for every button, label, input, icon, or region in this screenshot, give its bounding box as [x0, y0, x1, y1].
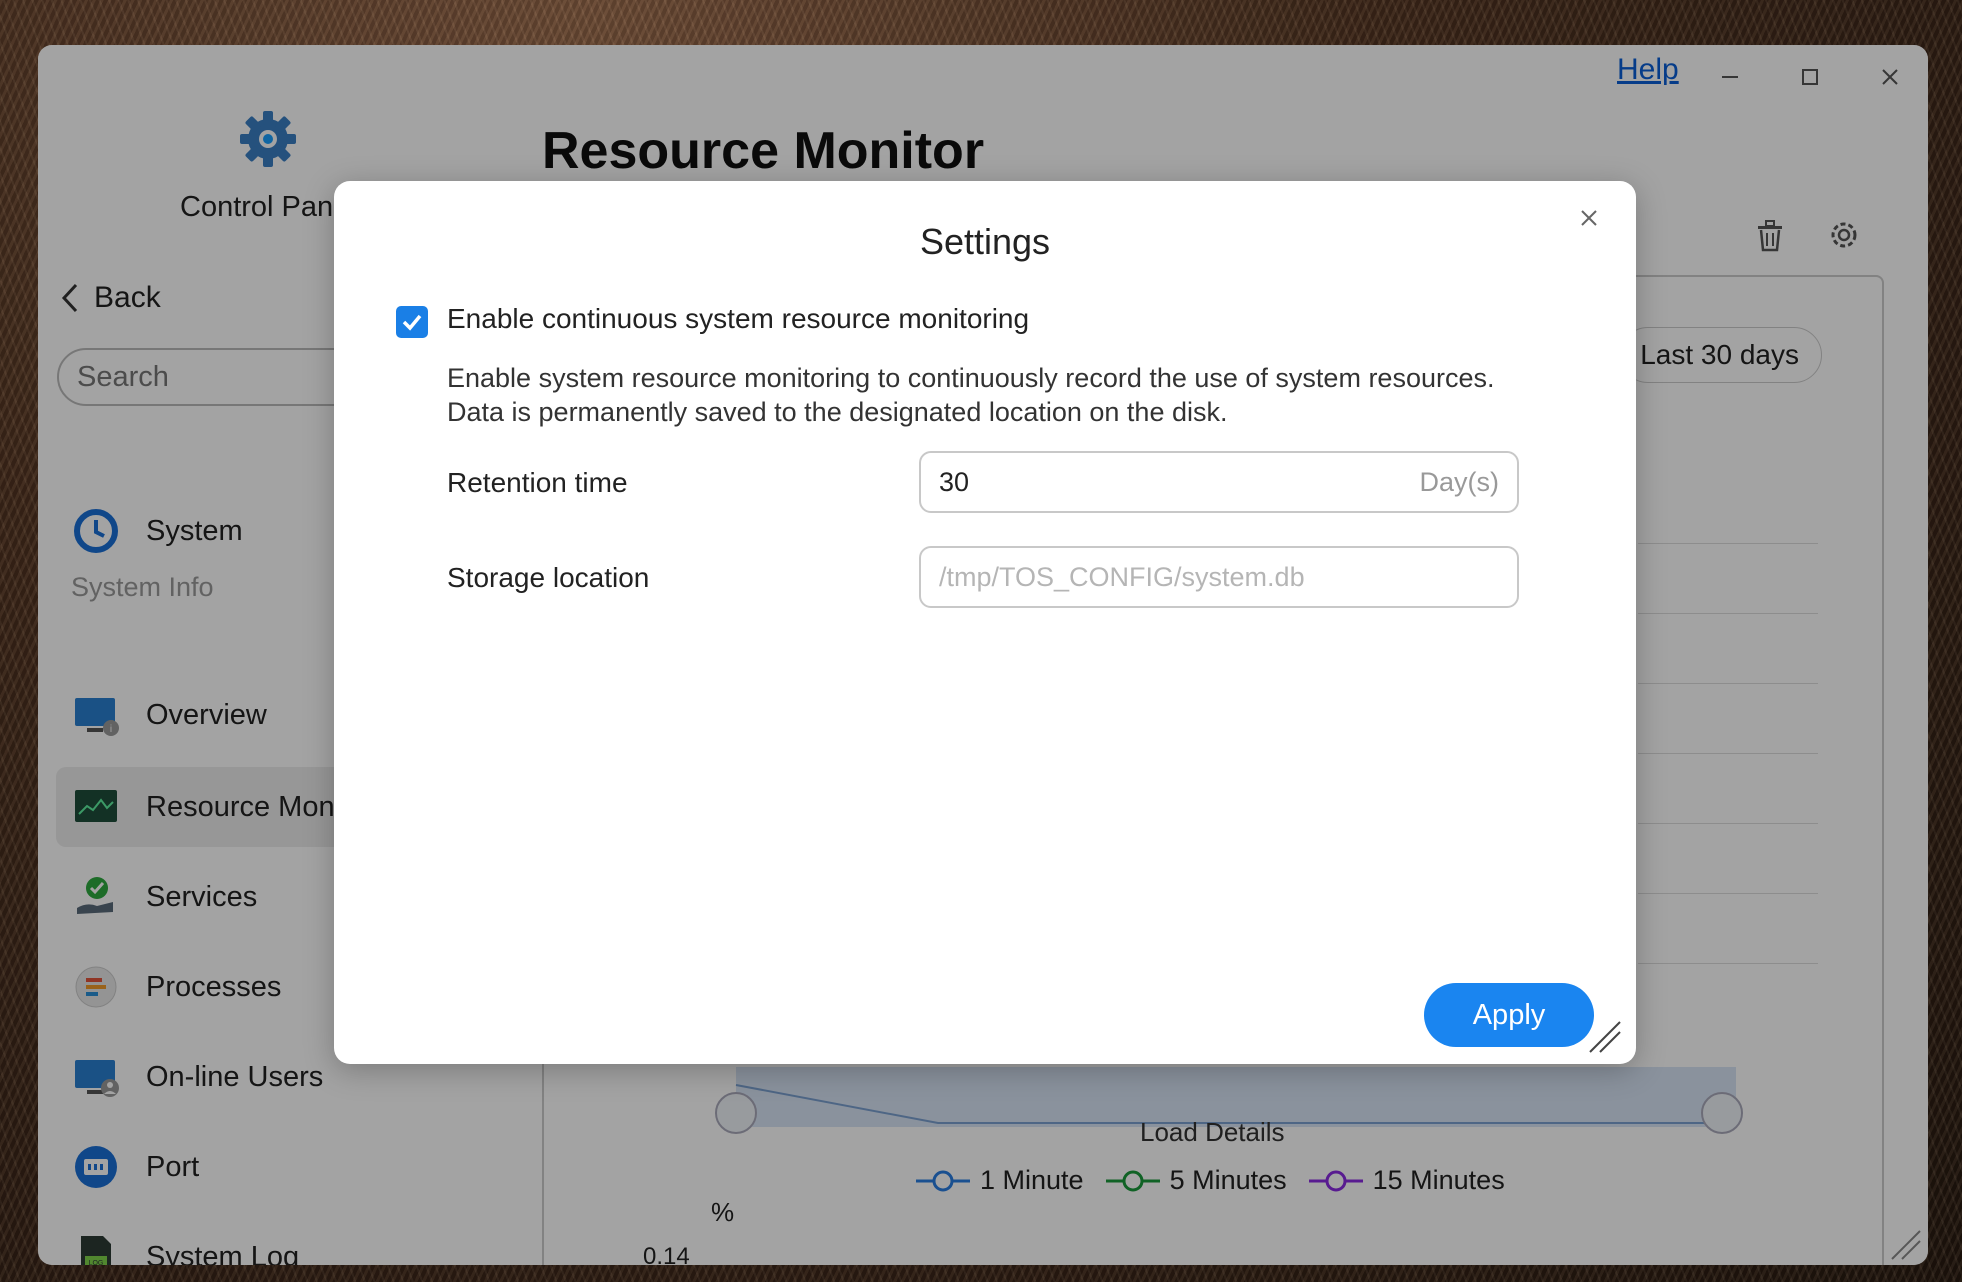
- enable-monitoring-checkbox[interactable]: [396, 306, 428, 338]
- retention-time-value: 30: [939, 466, 970, 497]
- storage-location-value: /tmp/TOS_CONFIG/system.db: [939, 561, 1305, 592]
- storage-location-label: Storage location: [447, 562, 650, 593]
- close-icon: [1581, 210, 1597, 226]
- apply-button[interactable]: Apply: [1424, 983, 1594, 1047]
- resize-grip-icon[interactable]: [1588, 1020, 1622, 1054]
- checkmark-icon: [402, 314, 422, 331]
- monitoring-description: Enable system resource monitoring to con…: [447, 363, 1495, 427]
- dialog-title: Settings: [919, 221, 1051, 262]
- storage-location-field: /tmp/TOS_CONFIG/system.db: [919, 546, 1519, 608]
- retention-time-input[interactable]: 30 Day(s): [919, 451, 1519, 513]
- retention-time-label: Retention time: [447, 467, 628, 498]
- dialog-close-button[interactable]: [1572, 201, 1606, 235]
- enable-monitoring-label[interactable]: Enable continuous system resource monito…: [447, 303, 1029, 335]
- retention-time-unit: Day(s): [1419, 466, 1500, 497]
- settings-dialog: Settings Enable continuous system resour…: [334, 181, 1636, 1064]
